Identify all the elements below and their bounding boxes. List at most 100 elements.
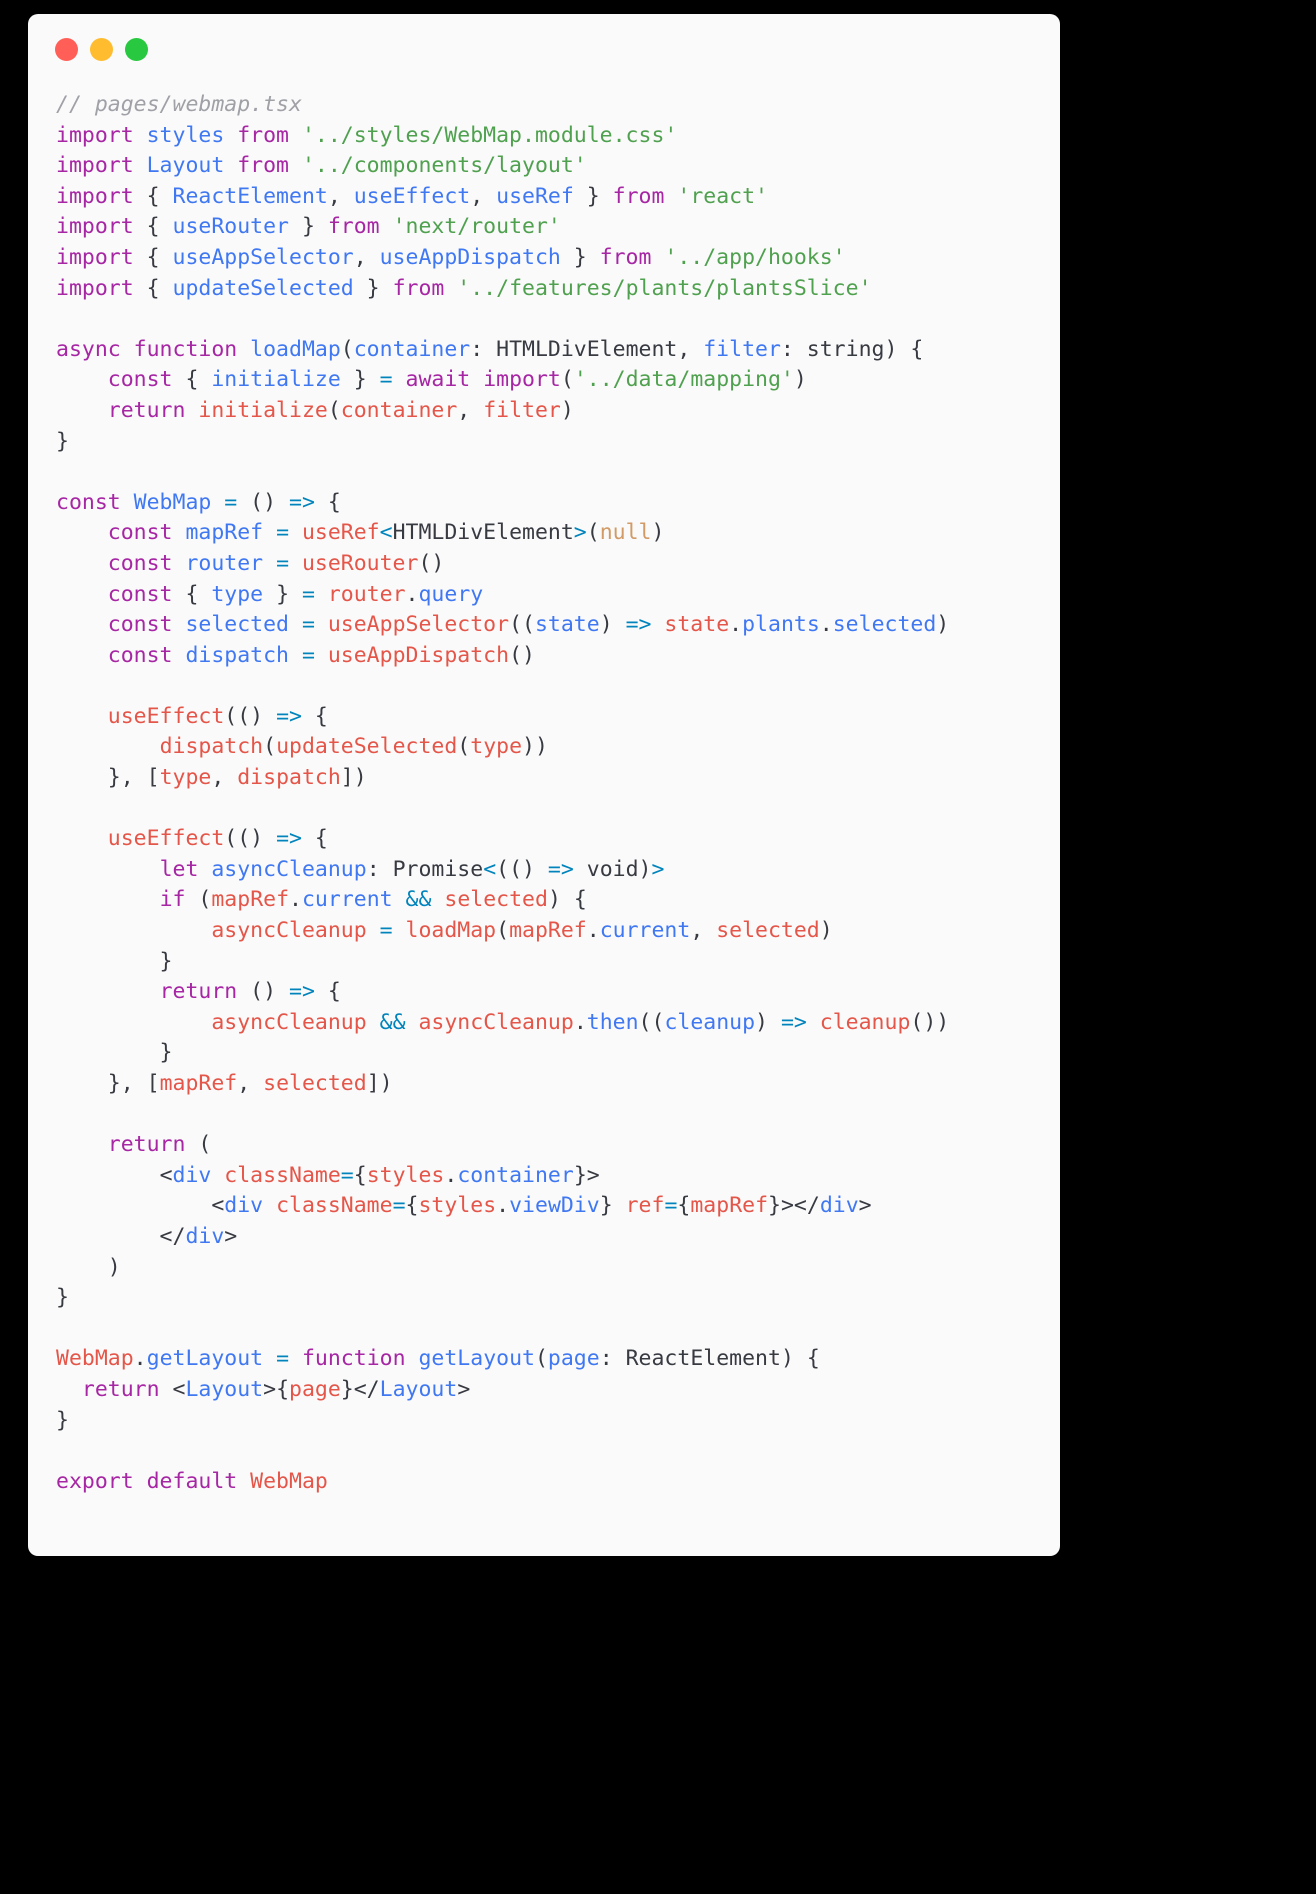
code-token: Layout	[379, 1376, 458, 1402]
code-line: useEffect(() => {	[56, 824, 1060, 855]
code-line: const router = useRouter()	[56, 549, 1060, 580]
code-token: initialize	[198, 397, 328, 423]
code-line: asyncCleanup = loadMap(mapRef.current, s…	[56, 916, 1060, 947]
code-token: return	[81, 1376, 173, 1402]
code-token: 'react'	[677, 183, 768, 209]
code-token: {	[353, 1162, 367, 1188]
code-token: =	[664, 1193, 678, 1219]
code-line: if (mapRef.current && selected) {	[56, 885, 1060, 916]
code-token: =	[392, 1193, 406, 1219]
code-token: (()	[224, 826, 277, 852]
code-line: }	[56, 947, 1060, 978]
code-token: selected	[263, 1071, 367, 1096]
code-token: selected	[832, 612, 937, 638]
code-token: mapRef	[185, 520, 277, 546]
code-token: ()	[418, 550, 445, 576]
code-token: plants	[742, 612, 820, 638]
code-token: >	[651, 856, 665, 882]
code-line: }	[56, 427, 1060, 458]
code-line: import { useAppSelector, useAppDispatch …	[56, 243, 1060, 274]
code-token: viewDiv	[509, 1193, 600, 1219]
code-token: )	[56, 1254, 121, 1280]
code-token: useRef	[496, 183, 574, 209]
code-token: dispatch	[159, 734, 264, 760]
code-line: import { ReactElement, useEffect, useRef…	[56, 182, 1060, 213]
code-token: let	[159, 856, 212, 882]
code-token: getLayout	[146, 1346, 277, 1372]
code-token: useAppDispatch	[327, 642, 510, 668]
code-token: >	[224, 1223, 238, 1249]
code-token: const	[107, 612, 186, 638]
code-token: )	[793, 367, 807, 393]
code-token: }></	[768, 1193, 820, 1219]
code-token: ])	[340, 765, 367, 791]
code-token: const	[107, 550, 186, 576]
code-token: }	[560, 244, 600, 270]
code-token: )	[638, 856, 652, 882]
code-token: filter	[483, 397, 561, 423]
code-token: from	[327, 214, 393, 240]
code-token: then	[586, 1009, 639, 1035]
code-token: className	[224, 1162, 341, 1188]
code-token: selected	[444, 887, 548, 913]
code-token: (	[560, 367, 574, 393]
code-token: ])	[366, 1071, 393, 1096]
code-token: type	[159, 765, 212, 791]
code-token: )	[755, 1009, 781, 1035]
code-token: }	[599, 1193, 626, 1219]
code-token: loadMap	[250, 336, 341, 362]
code-token: import	[56, 244, 147, 270]
code-token: return	[159, 979, 251, 1005]
code-token: container	[457, 1162, 574, 1188]
close-button[interactable]	[55, 37, 78, 61]
code-token: (	[534, 1346, 548, 1372]
code-token: (()	[496, 856, 548, 882]
code-token: )	[599, 612, 626, 638]
code-token: =>	[780, 1009, 820, 1035]
code-token: ,	[470, 183, 497, 209]
code-token: useAppDispatch	[379, 244, 561, 270]
code-token: import	[56, 183, 147, 209]
code-line: import { useRouter } from 'next/router'	[56, 212, 1060, 243]
code-token: (	[457, 734, 471, 760]
minimize-button[interactable]	[90, 37, 113, 61]
code-token: className	[276, 1193, 393, 1219]
code-token: =	[276, 1346, 302, 1372]
code-line: WebMap.getLayout = function getLayout(pa…	[56, 1344, 1060, 1375]
code-token: asyncCleanup	[418, 1009, 574, 1035]
code-token: from	[237, 122, 302, 148]
code-token: ()	[250, 489, 290, 515]
code-token: ((	[509, 612, 535, 638]
code-token: .	[586, 918, 600, 944]
code-token: // pages/webmap.tsx	[56, 92, 302, 117]
code-token: current	[301, 887, 406, 913]
code-token: container	[340, 397, 458, 423]
code-token: =	[379, 918, 406, 944]
code-token: ,	[690, 918, 717, 944]
code-line: return (	[56, 1130, 1060, 1161]
code-token: }	[353, 275, 393, 301]
code-line: // pages/webmap.tsx	[56, 90, 1060, 121]
code-token: router	[327, 581, 406, 607]
code-token: =	[276, 550, 302, 576]
code-token: import	[56, 153, 147, 179]
code-token: useEffect	[353, 183, 471, 209]
code-token: }	[263, 581, 302, 607]
code-token: {	[405, 1193, 419, 1219]
code-token: {	[185, 367, 212, 393]
code-line: import { updateSelected } from '../featu…	[56, 274, 1060, 305]
maximize-button[interactable]	[125, 37, 148, 61]
code-token: cleanup	[664, 1009, 756, 1035]
source-code-block: // pages/webmap.tsx import styles from '.…	[28, 84, 1060, 1497]
code-token: =>	[276, 826, 315, 852]
code-token: ) {	[547, 887, 587, 913]
code-token: .	[573, 1009, 587, 1035]
code-token: div	[185, 1223, 225, 1249]
code-line: import Layout from '../components/layout…	[56, 151, 1060, 182]
